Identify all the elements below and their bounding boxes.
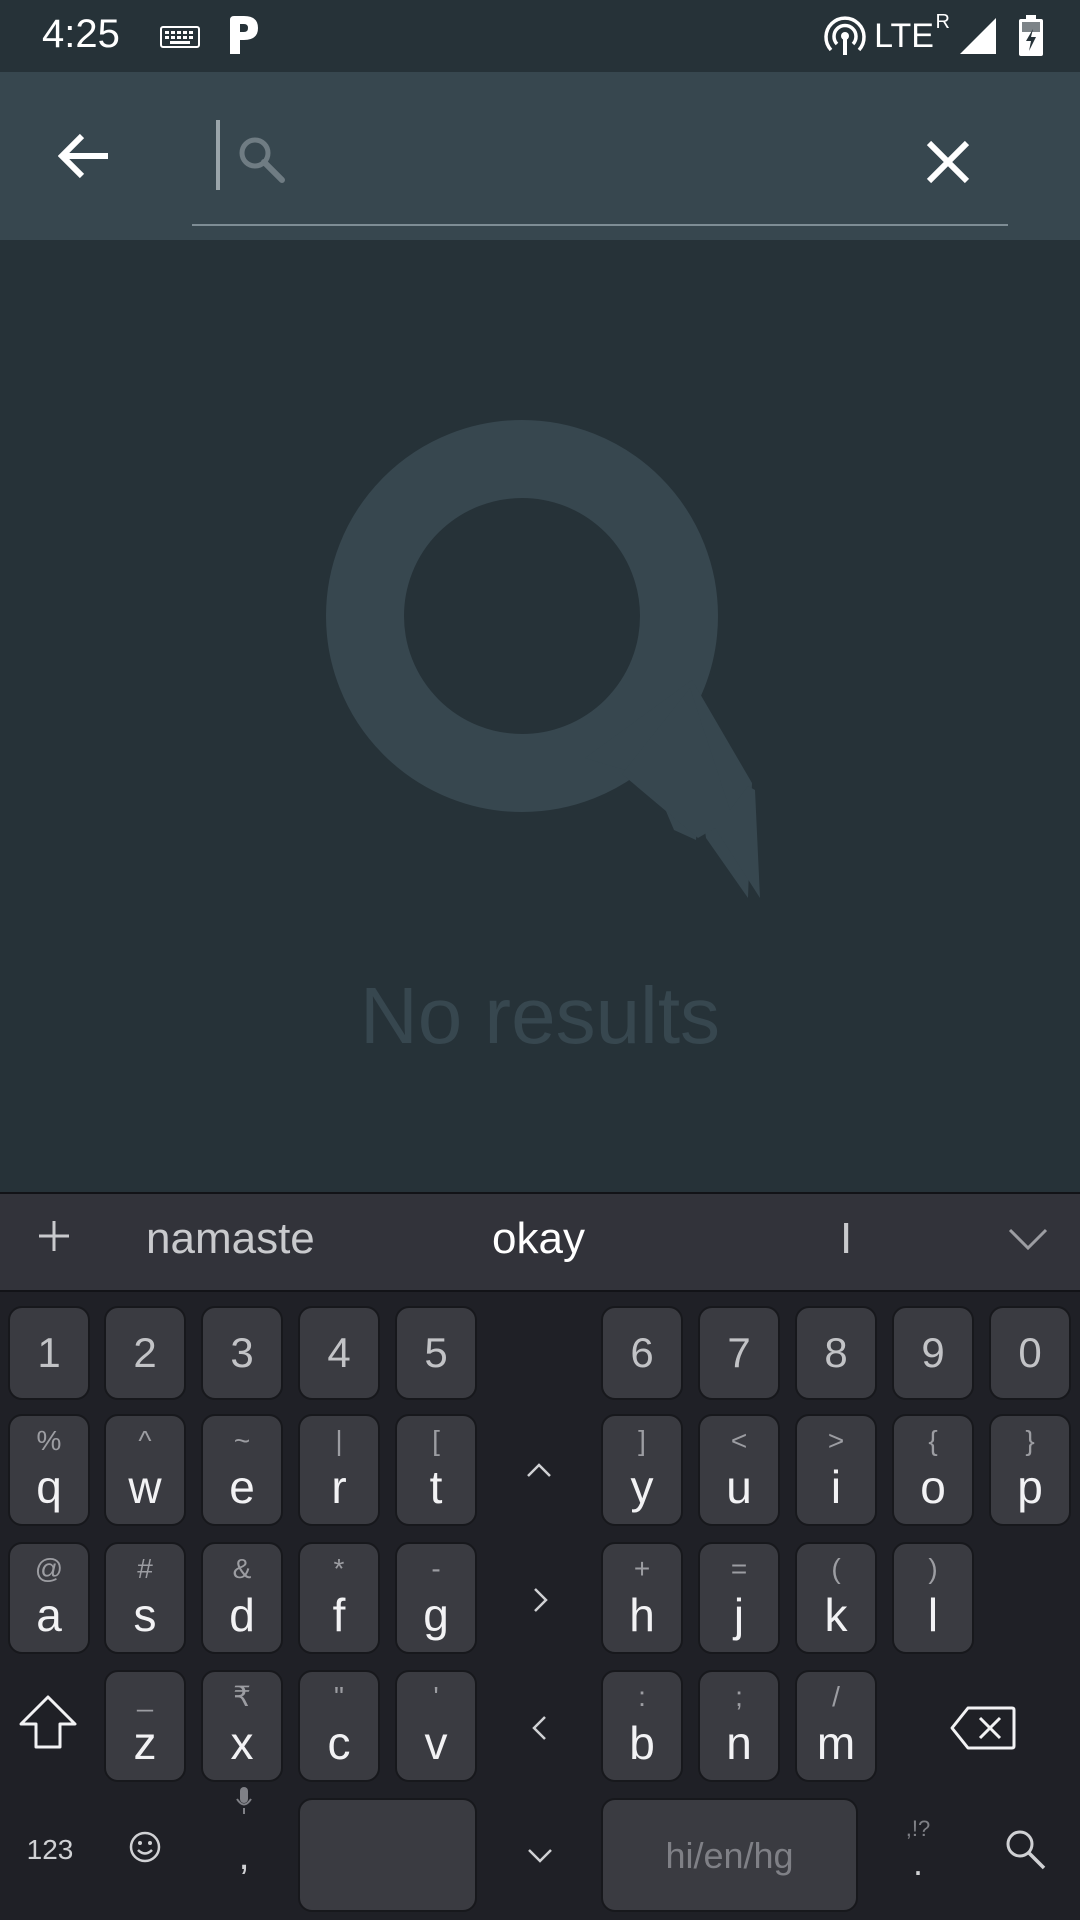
cursor-left-icon[interactable] xyxy=(532,1715,548,1741)
key-9[interactable]: 9 xyxy=(892,1306,974,1400)
key-k[interactable]: (k xyxy=(795,1542,877,1654)
suggestion-item[interactable]: namaste xyxy=(146,1214,315,1264)
key-7[interactable]: 7 xyxy=(698,1306,780,1400)
key-t[interactable]: [t xyxy=(395,1414,477,1526)
key-r[interactable]: | r xyxy=(298,1414,380,1526)
soft-keyboard: namaste okay I 1 2 3 4 5 6 7 8 9 0 % q ^ w… xyxy=(0,1192,1080,1920)
chevron-down-icon[interactable] xyxy=(1008,1228,1048,1252)
search-input[interactable] xyxy=(296,126,876,186)
suggestion-strip: namaste okay I xyxy=(0,1194,1080,1292)
key-x[interactable]: ₹ x xyxy=(201,1670,283,1782)
battery-charging-icon xyxy=(1019,15,1043,56)
key-3[interactable]: 3 xyxy=(201,1306,283,1400)
space-key[interactable] xyxy=(298,1798,477,1912)
comma-key[interactable]: , xyxy=(222,1784,266,1892)
suggestion-item[interactable]: I xyxy=(840,1214,852,1264)
key-b[interactable]: :b xyxy=(601,1670,683,1782)
key-2[interactable]: 2 xyxy=(104,1306,186,1400)
arrow-left-icon xyxy=(58,133,108,179)
network-type: LTE R xyxy=(874,10,950,55)
key-4[interactable]: 4 xyxy=(298,1306,380,1400)
key-8[interactable]: 8 xyxy=(795,1306,877,1400)
search-toolbar xyxy=(0,72,1080,240)
key-h[interactable]: + h xyxy=(601,1542,683,1654)
search-action-icon[interactable] xyxy=(1004,1828,1046,1870)
text-caret xyxy=(216,120,220,190)
status-bar: 4:25 LTE R xyxy=(0,0,1080,72)
key-1[interactable]: 1 xyxy=(8,1306,90,1400)
key-w[interactable]: ^ w xyxy=(104,1414,186,1526)
back-button[interactable] xyxy=(44,120,124,192)
key-5[interactable]: 5 xyxy=(395,1306,477,1400)
cursor-right-icon[interactable] xyxy=(532,1587,548,1613)
key-d[interactable]: & d xyxy=(201,1542,283,1654)
suggestion-item[interactable]: okay xyxy=(492,1214,585,1264)
key-l[interactable]: ) l xyxy=(892,1542,974,1654)
key-6[interactable]: 6 xyxy=(601,1306,683,1400)
backspace-icon[interactable] xyxy=(950,1706,1016,1750)
key-e[interactable]: ~ e xyxy=(201,1414,283,1526)
close-icon xyxy=(926,140,970,184)
key-q[interactable]: % q xyxy=(8,1414,90,1526)
signal-icon xyxy=(960,18,996,54)
key-p[interactable]: } p xyxy=(989,1414,1071,1526)
search-icon xyxy=(239,137,285,183)
cursor-up-icon[interactable] xyxy=(526,1462,552,1478)
language-key[interactable]: hi/en/hg xyxy=(601,1798,858,1912)
clear-button[interactable] xyxy=(912,126,984,198)
key-c[interactable]: " c xyxy=(298,1670,380,1782)
no-results-message: No results xyxy=(359,971,721,1060)
key-f[interactable]: * f xyxy=(298,1542,380,1654)
key-o[interactable]: {o xyxy=(892,1414,974,1526)
key-u[interactable]: < u xyxy=(698,1414,780,1526)
plus-icon[interactable] xyxy=(36,1218,72,1254)
key-n[interactable]: ; n xyxy=(698,1670,780,1782)
key-m[interactable]: / m xyxy=(795,1670,877,1782)
period-key[interactable]: ,!? . xyxy=(896,1816,940,1896)
key-a[interactable]: @ a xyxy=(8,1542,90,1654)
key-0[interactable]: 0 xyxy=(989,1306,1071,1400)
status-time: 4:25 xyxy=(42,12,120,56)
p-app-icon xyxy=(230,16,258,54)
hotspot-icon xyxy=(824,16,866,55)
keyboard-icon xyxy=(160,26,200,48)
key-g[interactable]: -g xyxy=(395,1542,477,1654)
key-j[interactable]: = j xyxy=(698,1542,780,1654)
numbers-key[interactable]: 123 xyxy=(10,1834,90,1866)
microphone-icon xyxy=(236,1787,252,1814)
key-i[interactable]: > i xyxy=(795,1414,877,1526)
key-s[interactable]: # s xyxy=(104,1542,186,1654)
key-y[interactable]: ] y xyxy=(601,1414,683,1526)
shift-icon[interactable] xyxy=(18,1694,78,1750)
key-z[interactable]: _ z xyxy=(104,1670,186,1782)
emoji-icon[interactable] xyxy=(128,1830,162,1864)
search-speech-bubble-icon xyxy=(326,420,760,898)
cursor-down-icon[interactable] xyxy=(527,1848,553,1864)
search-field[interactable] xyxy=(192,112,1008,226)
key-v[interactable]: ' v xyxy=(395,1670,477,1782)
